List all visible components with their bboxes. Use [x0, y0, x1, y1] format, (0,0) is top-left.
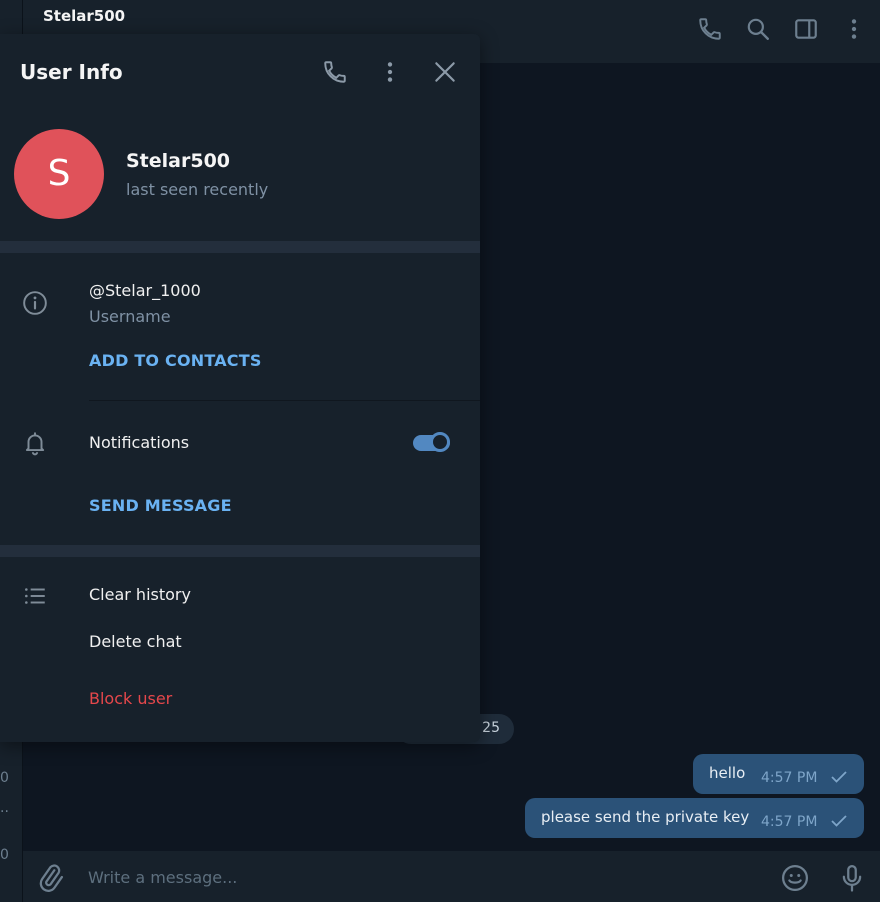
send-message-button[interactable]: SEND MESSAGE — [89, 496, 232, 515]
chat-list-fragment: 0 — [0, 770, 9, 786]
bell-icon — [22, 430, 48, 456]
attach-icon[interactable] — [35, 863, 65, 893]
row-separator — [89, 400, 480, 401]
chat-list-fragment: .. — [0, 800, 9, 816]
toggle-knob — [430, 432, 450, 452]
message-bubble[interactable]: hello 4:57 PM — [693, 754, 864, 794]
chat-title[interactable]: Stelar500 — [43, 7, 125, 25]
sent-check-icon — [831, 815, 847, 827]
panel-title: User Info — [20, 60, 123, 84]
message-time: 4:57 PM — [761, 814, 818, 830]
user-info-panel: User Info S Stelar500 last seen recently… — [0, 34, 480, 742]
avatar[interactable]: S — [14, 129, 104, 219]
message-time: 4:57 PM — [761, 770, 818, 786]
message-text: hello — [709, 764, 746, 782]
message-text: please send the private key — [541, 808, 750, 826]
more-vert-icon[interactable] — [377, 59, 403, 85]
section-divider — [0, 545, 480, 557]
clear-history-button[interactable]: Clear history — [89, 585, 191, 604]
sidebar-toggle-icon[interactable] — [793, 16, 819, 42]
more-vert-icon[interactable] — [841, 16, 867, 42]
section-divider — [0, 241, 480, 253]
microphone-icon[interactable] — [837, 863, 867, 893]
phone-icon[interactable] — [322, 59, 348, 85]
info-icon — [22, 290, 48, 316]
sent-check-icon — [831, 771, 847, 783]
username-label: Username — [89, 307, 171, 326]
search-icon[interactable] — [745, 16, 771, 42]
username-value[interactable]: @Stelar_1000 — [89, 281, 201, 300]
message-input[interactable]: Write a message... — [88, 868, 237, 887]
delete-chat-button[interactable]: Delete chat — [89, 632, 182, 651]
emoji-icon[interactable] — [780, 863, 810, 893]
message-composer: Write a message... — [23, 851, 880, 902]
block-user-button[interactable]: Block user — [89, 689, 172, 708]
profile-name: Stelar500 — [126, 150, 231, 172]
phone-icon[interactable] — [697, 16, 723, 42]
notifications-label: Notifications — [89, 433, 190, 452]
add-to-contacts-button[interactable]: ADD TO CONTACTS — [89, 351, 262, 370]
close-icon[interactable] — [432, 59, 458, 85]
notifications-toggle[interactable] — [413, 432, 450, 454]
profile-status: last seen recently — [126, 180, 269, 199]
message-bubble[interactable]: please send the private key 4:57 PM — [525, 798, 864, 838]
list-icon — [22, 583, 48, 609]
chat-list-fragment: 0 — [0, 847, 9, 863]
